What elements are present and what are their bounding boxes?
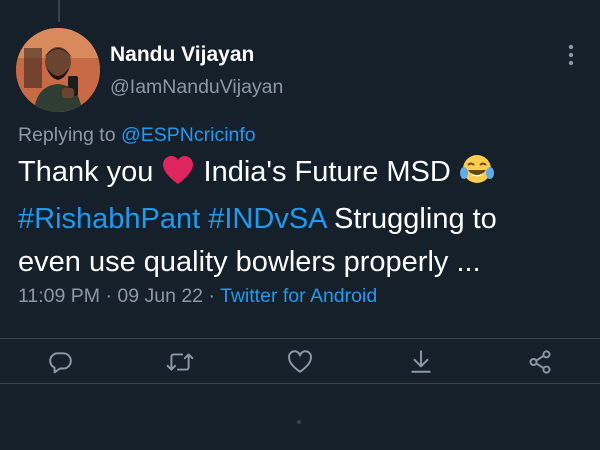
replying-to-label: Replying to [18, 124, 121, 146]
reply-mention-link[interactable]: @ESPNcricinfo [121, 124, 256, 146]
meta-separator: · [203, 285, 221, 307]
tweet-line-1: Thank you India's Future MSD [18, 151, 598, 198]
scroll-indicator-dot [297, 420, 301, 424]
tweet-text-part: Thank you [18, 156, 162, 188]
tweet-text-part: India's Future MSD [195, 156, 459, 188]
face-with-tears-of-joy-emoji-icon [459, 153, 495, 198]
hashtag-link[interactable]: #RishabhPant [18, 203, 200, 235]
red-heart-emoji-icon [161, 155, 195, 198]
meta-separator: · [100, 285, 118, 307]
bookmark-icon[interactable] [406, 347, 436, 377]
tweet-line-3: even use quality bowlers properly ... [18, 246, 481, 278]
author-display-name[interactable]: Nandu Vijayan [110, 43, 254, 67]
tweet-date: 09 Jun 22 [117, 285, 204, 307]
more-options-icon[interactable] [556, 40, 586, 70]
tweet-source-link[interactable]: Twitter for Android [220, 285, 377, 307]
avatar-photo [16, 28, 100, 112]
thread-connector-line [58, 0, 60, 22]
tweet-time: 11:09 PM [18, 285, 101, 307]
like-icon[interactable] [285, 347, 315, 377]
tweet-meta: 11:09 PM · 09 Jun 22 · Twitter for Andro… [18, 285, 377, 308]
retweet-icon[interactable] [165, 347, 195, 377]
tweet-line-2: #RishabhPant #INDvSA Struggling to [18, 198, 598, 241]
tweet-text: Thank you India's Future MSD #RishabhPan… [18, 151, 598, 284]
share-icon[interactable] [525, 347, 555, 377]
replying-to-line: Replying to @ESPNcricinfo [18, 124, 256, 147]
avatar[interactable] [16, 28, 100, 112]
reply-icon[interactable] [45, 347, 75, 377]
tweet-action-bar [0, 338, 600, 384]
author-handle[interactable]: @IamNanduVijayan [110, 76, 283, 99]
hashtag-link[interactable]: #INDvSA [208, 203, 326, 235]
tweet-text-part: Struggling to [333, 203, 497, 235]
